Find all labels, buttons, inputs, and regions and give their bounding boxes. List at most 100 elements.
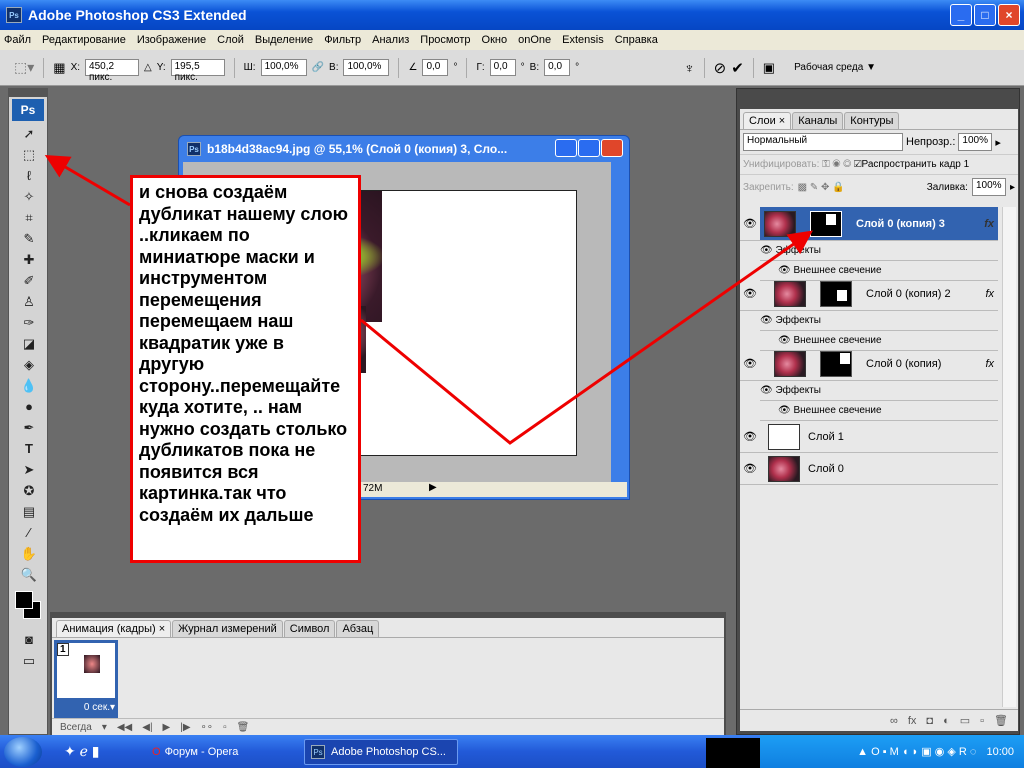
unify-icons[interactable]: ⚿ ◉ ◎ [822,159,851,170]
x-field[interactable]: 450,2 пикс. [85,59,140,83]
foreground-color[interactable] [15,591,33,609]
angle-field[interactable]: 0,0 [422,59,449,76]
color-swatches[interactable] [9,585,47,629]
eye-icon[interactable]: 👁 [778,265,791,276]
shape-tool-icon[interactable]: ✪ [9,480,49,501]
fill-field[interactable]: 100% [971,178,1006,196]
blur-tool-icon[interactable]: 💧 [9,375,49,396]
link-layers-icon[interactable]: ∞ [890,715,898,727]
tool-preset-icon[interactable]: ⬚▾ [14,59,34,76]
stamp-tool-icon[interactable]: ♙ [9,291,49,312]
delta-icon[interactable]: △ [144,62,152,73]
warp-icon[interactable]: ♆ [684,60,695,76]
type-tool-icon[interactable]: T [9,438,49,459]
layer-thumbnail[interactable] [768,423,800,450]
minimize-button[interactable]: _ [950,4,972,26]
marquee-tool-icon[interactable]: ⬚ [9,144,49,165]
eraser-tool-icon[interactable]: ◪ [9,333,49,354]
eye-icon[interactable]: 👁 [778,405,791,416]
new-group-icon[interactable]: ▭ [960,714,970,727]
status-menu-arrow[interactable]: ▶ [429,482,437,493]
slice-tool-icon[interactable]: ✎ [9,228,49,249]
eye-icon[interactable]: 👁 [740,217,760,230]
lasso-tool-icon[interactable]: ℓ [9,165,49,186]
layer-row[interactable]: 👁 Слой 0 [740,453,998,485]
frame-delay[interactable]: 0 сек.▾ [57,702,115,713]
commit-transform-icon[interactable]: ✔ [731,59,744,77]
y-field[interactable]: 195,5 пикс. [170,59,225,83]
eye-icon[interactable]: 👁 [778,335,791,346]
notes-tool-icon[interactable]: ▤ [9,501,49,522]
tab-channels[interactable]: Каналы [792,112,844,129]
menu-onone[interactable]: onOne [518,34,551,46]
menu-image[interactable]: Изображение [137,34,206,46]
fx-icon[interactable]: fx [985,288,994,300]
layer-row[interactable]: 👁 Слой 0 (копия) 3 fx [740,207,998,241]
delete-frame-icon[interactable]: 🗑 [237,722,250,733]
eye-icon[interactable]: 👁 [740,430,760,443]
fx-icon[interactable]: fx [985,358,994,370]
new-layer-icon[interactable]: ▫ [980,715,984,727]
tab-layers[interactable]: Слои × [743,112,792,129]
quicklaunch-icons[interactable]: ✦ ℯ ▮ [64,743,100,760]
layer-name[interactable]: Слой 0 (копия) [866,358,941,370]
prev-frame-icon[interactable]: ◀| [142,722,152,733]
lock-icons[interactable]: ▩ ✎ ✥ 🔒 [798,182,845,193]
opacity-field[interactable]: 100% [958,133,993,151]
workspace-menu[interactable]: Рабочая среда ▼ [794,62,876,73]
blend-mode-select[interactable]: Нормальный [743,133,903,151]
tab-paragraph[interactable]: Абзац [336,620,380,637]
eyedropper-icon[interactable]: ⁄ [9,522,49,543]
layer-name[interactable]: Слой 1 [808,431,844,443]
mask-thumbnail[interactable] [810,210,842,237]
tray-icons[interactable]: ▲ O ▪ M ◖ ◗ ▣ ◉ ◈ R ◌ [857,745,976,758]
healing-brush-icon[interactable]: ✚ [9,249,49,270]
eye-icon[interactable]: 👁 [760,245,773,256]
dodge-tool-icon[interactable]: ● [9,396,49,417]
tab-animation[interactable]: Анимация (кадры) × [56,620,172,637]
eye-icon[interactable]: 👁 [740,287,760,300]
loop-dropdown-icon[interactable]: ▾ [102,722,107,733]
layer-name[interactable]: Слой 0 (копия) 3 [856,218,945,230]
zoom-tool-icon[interactable]: 🔍 [9,564,49,585]
tab-measurement-log[interactable]: Журнал измерений [172,620,283,637]
loop-select[interactable]: Всегда [60,722,92,733]
menu-filter[interactable]: Фильтр [324,34,361,46]
menu-extensis[interactable]: Extensis [562,34,604,46]
menu-select[interactable]: Выделение [255,34,313,46]
doc-maximize-button[interactable] [578,139,600,157]
maximize-button[interactable]: □ [974,4,996,26]
layer-name[interactable]: Слой 0 [808,463,844,475]
cancel-transform-icon[interactable]: ⊘ [714,59,727,77]
duplicate-frame-icon[interactable]: ▫ [223,722,227,733]
doc-minimize-button[interactable] [555,139,577,157]
history-brush-icon[interactable]: ✑ [9,312,49,333]
bridge-icon[interactable]: ▣ [763,60,775,76]
propagate-checkbox[interactable]: ☑ [854,159,862,170]
taskbar-opera[interactable]: O Форум - Opera [146,739,286,765]
eye-icon[interactable]: 👁 [760,385,773,396]
glow-row[interactable]: 👁 Внешнее свечение [760,401,998,421]
menu-help[interactable]: Справка [615,34,658,46]
eye-icon[interactable]: 👁 [760,315,773,326]
opacity-slider-arrow[interactable]: ▸ [995,136,1001,149]
menu-file[interactable]: Файл [4,34,31,46]
tab-character[interactable]: Символ [283,620,336,637]
menu-edit[interactable]: Редактирование [42,34,126,46]
menu-view[interactable]: Просмотр [420,34,470,46]
first-frame-icon[interactable]: ◀◀ [117,722,132,733]
tab-paths[interactable]: Контуры [844,112,900,129]
layer-thumbnail[interactable] [764,210,796,237]
eye-icon[interactable]: 👁 [740,462,760,475]
effects-row[interactable]: 👁 Эффекты [760,241,998,261]
fill-slider-arrow[interactable]: ▸ [1010,182,1015,193]
pen-tool-icon[interactable]: ✒ [9,417,49,438]
layer-row[interactable]: 👁 Слой 0 (копия) fx [740,347,998,381]
quick-mask-icon[interactable]: ◙ [9,629,49,650]
effects-row[interactable]: 👁 Эффекты [760,381,998,401]
layer-name[interactable]: Слой 0 (копия) 2 [866,288,951,300]
layer-thumbnail[interactable] [774,350,806,377]
taskbar-photoshop[interactable]: Ps Adobe Photoshop CS... [304,739,458,765]
menu-window[interactable]: Окно [482,34,508,46]
layers-scrollbar[interactable] [1002,207,1016,707]
